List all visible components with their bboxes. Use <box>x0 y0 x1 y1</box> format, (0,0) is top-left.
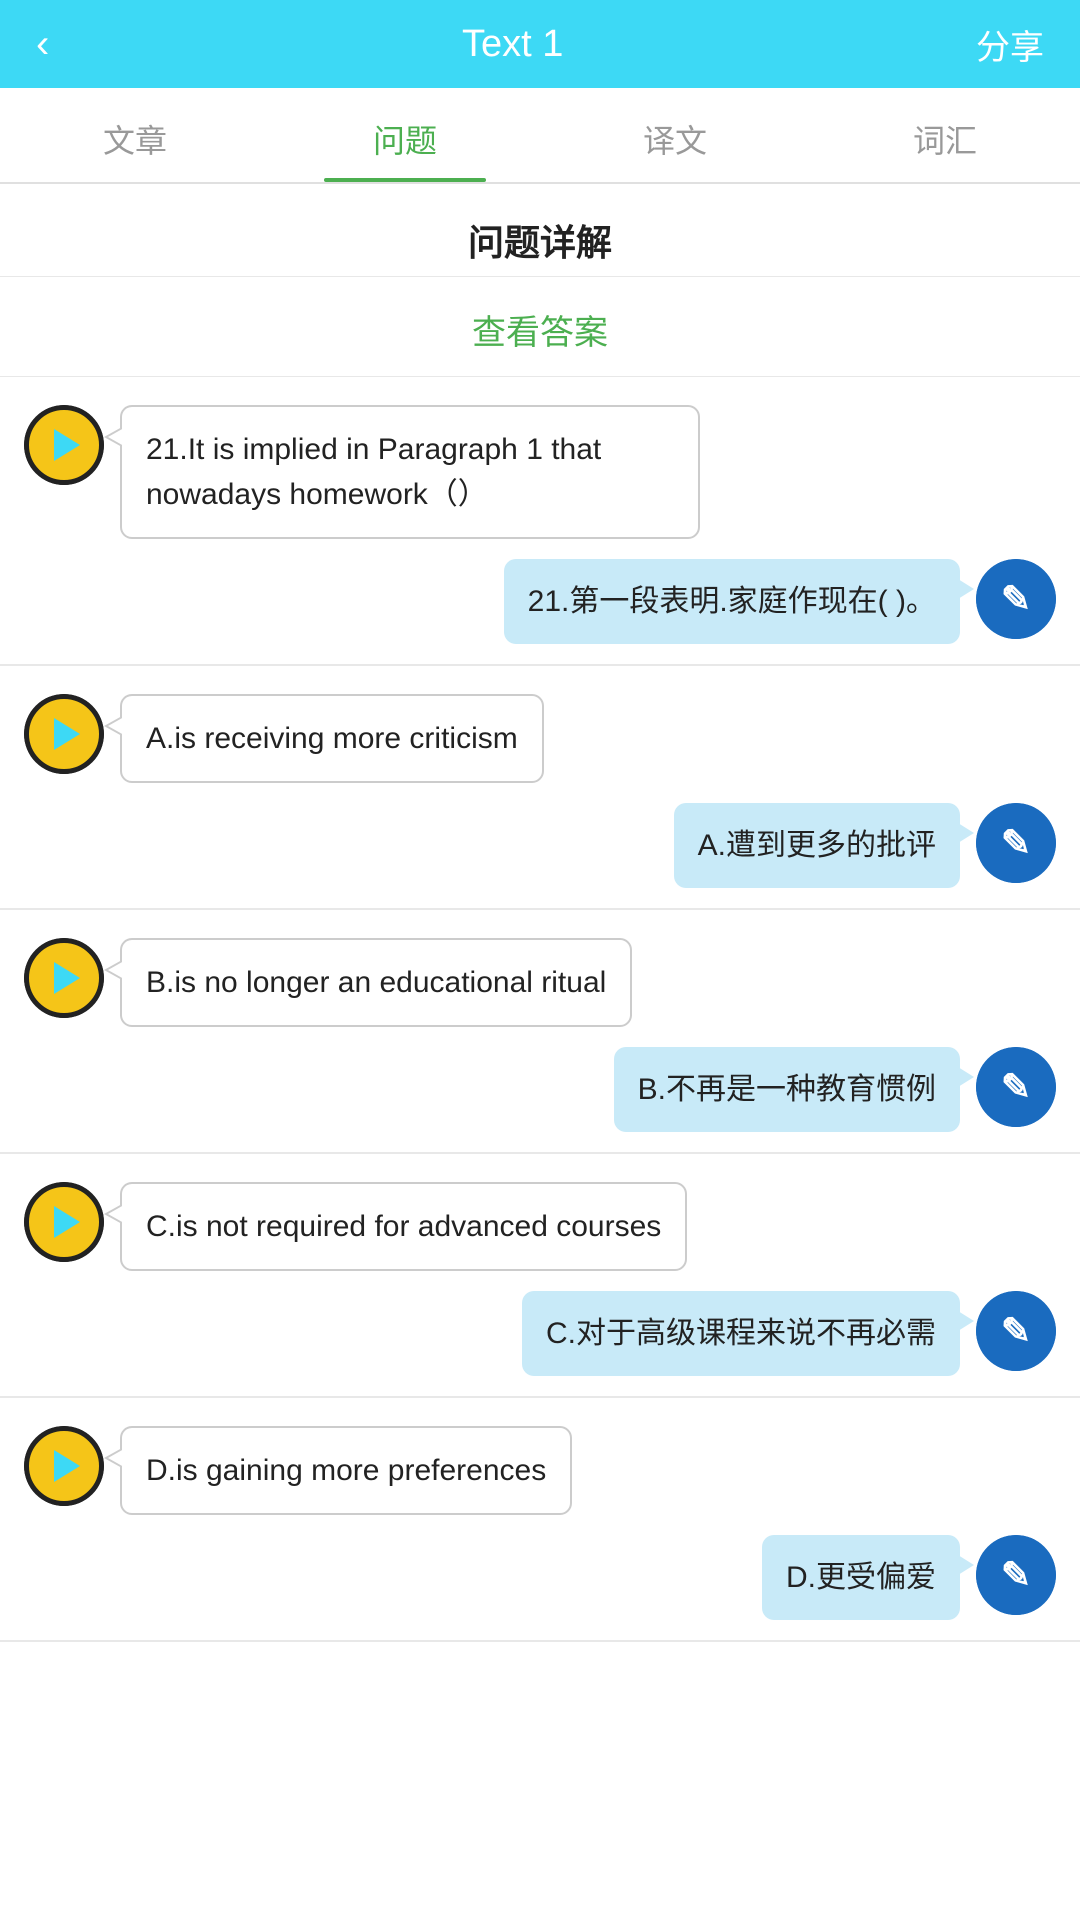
user-bubble-optD: D.更受偏爱 <box>762 1535 960 1620</box>
share-button[interactable]: 分享 <box>976 20 1044 69</box>
user-message-optA: A.遭到更多的批评 ✎ <box>24 803 1056 888</box>
user-bubble-optB: B.不再是一种教育惯例 <box>614 1047 960 1132</box>
user-avatar-a: ✎ <box>976 803 1056 883</box>
header-title: Text 1 <box>462 23 563 66</box>
user-avatar: ✎ <box>976 559 1056 639</box>
user-message-optD: D.更受偏爱 ✎ <box>24 1535 1056 1620</box>
bot-bubble-optC: C.is not required for advanced courses <box>120 1182 687 1271</box>
chat-section-q21: 21.It is implied in Paragraph 1 that now… <box>0 377 1080 666</box>
user-message-q21: 21.第一段表明.家庭作现在( )。 ✎ <box>24 559 1056 644</box>
app-header: ‹ Text 1 分享 <box>0 0 1080 88</box>
tab-questions[interactable]: 问题 <box>270 88 540 182</box>
bot-avatar-d <box>24 1426 104 1506</box>
user-bubble-q21: 21.第一段表明.家庭作现在( )。 <box>504 559 960 644</box>
bot-avatar-c <box>24 1182 104 1262</box>
chat-section-optD: D.is gaining more preferences D.更受偏爱 ✎ <box>0 1398 1080 1642</box>
bot-message-optA: A.is receiving more criticism <box>24 694 1056 783</box>
section-title: 问题详解 <box>0 184 1080 277</box>
chat-section-optB: B.is no longer an educational ritual B.不… <box>0 910 1080 1154</box>
tab-translation[interactable]: 译文 <box>540 88 810 182</box>
answer-link[interactable]: 查看答案 <box>0 287 1080 377</box>
chat-section-optC: C.is not required for advanced courses C… <box>0 1154 1080 1398</box>
bot-message-optC: C.is not required for advanced courses <box>24 1182 1056 1271</box>
user-avatar-b: ✎ <box>976 1047 1056 1127</box>
bot-bubble-optD: D.is gaining more preferences <box>120 1426 572 1515</box>
user-message-optB: B.不再是一种教育惯例 ✎ <box>24 1047 1056 1132</box>
bot-avatar-a <box>24 694 104 774</box>
user-bubble-optA: A.遭到更多的批评 <box>674 803 960 888</box>
user-bubble-optC: C.对于高级课程来说不再必需 <box>522 1291 960 1376</box>
bot-bubble-optB: B.is no longer an educational ritual <box>120 938 632 1027</box>
user-avatar-d: ✎ <box>976 1535 1056 1615</box>
user-avatar-c: ✎ <box>976 1291 1056 1371</box>
bot-message-optB: B.is no longer an educational ritual <box>24 938 1056 1027</box>
bot-message-optD: D.is gaining more preferences <box>24 1426 1056 1515</box>
back-button[interactable]: ‹ <box>36 22 49 67</box>
main-content: 问题详解 查看答案 21.It is implied in Paragraph … <box>0 184 1080 1642</box>
bot-bubble-q21: 21.It is implied in Paragraph 1 that now… <box>120 405 700 539</box>
chat-section-optA: A.is receiving more criticism A.遭到更多的批评 … <box>0 666 1080 910</box>
bot-bubble-optA: A.is receiving more criticism <box>120 694 544 783</box>
user-message-optC: C.对于高级课程来说不再必需 ✎ <box>24 1291 1056 1376</box>
bot-message-q21: 21.It is implied in Paragraph 1 that now… <box>24 405 1056 539</box>
bot-avatar <box>24 405 104 485</box>
tab-vocabulary[interactable]: 词汇 <box>810 88 1080 182</box>
tab-article[interactable]: 文章 <box>0 88 270 182</box>
bot-avatar-b <box>24 938 104 1018</box>
tab-bar: 文章 问题 译文 词汇 <box>0 88 1080 184</box>
